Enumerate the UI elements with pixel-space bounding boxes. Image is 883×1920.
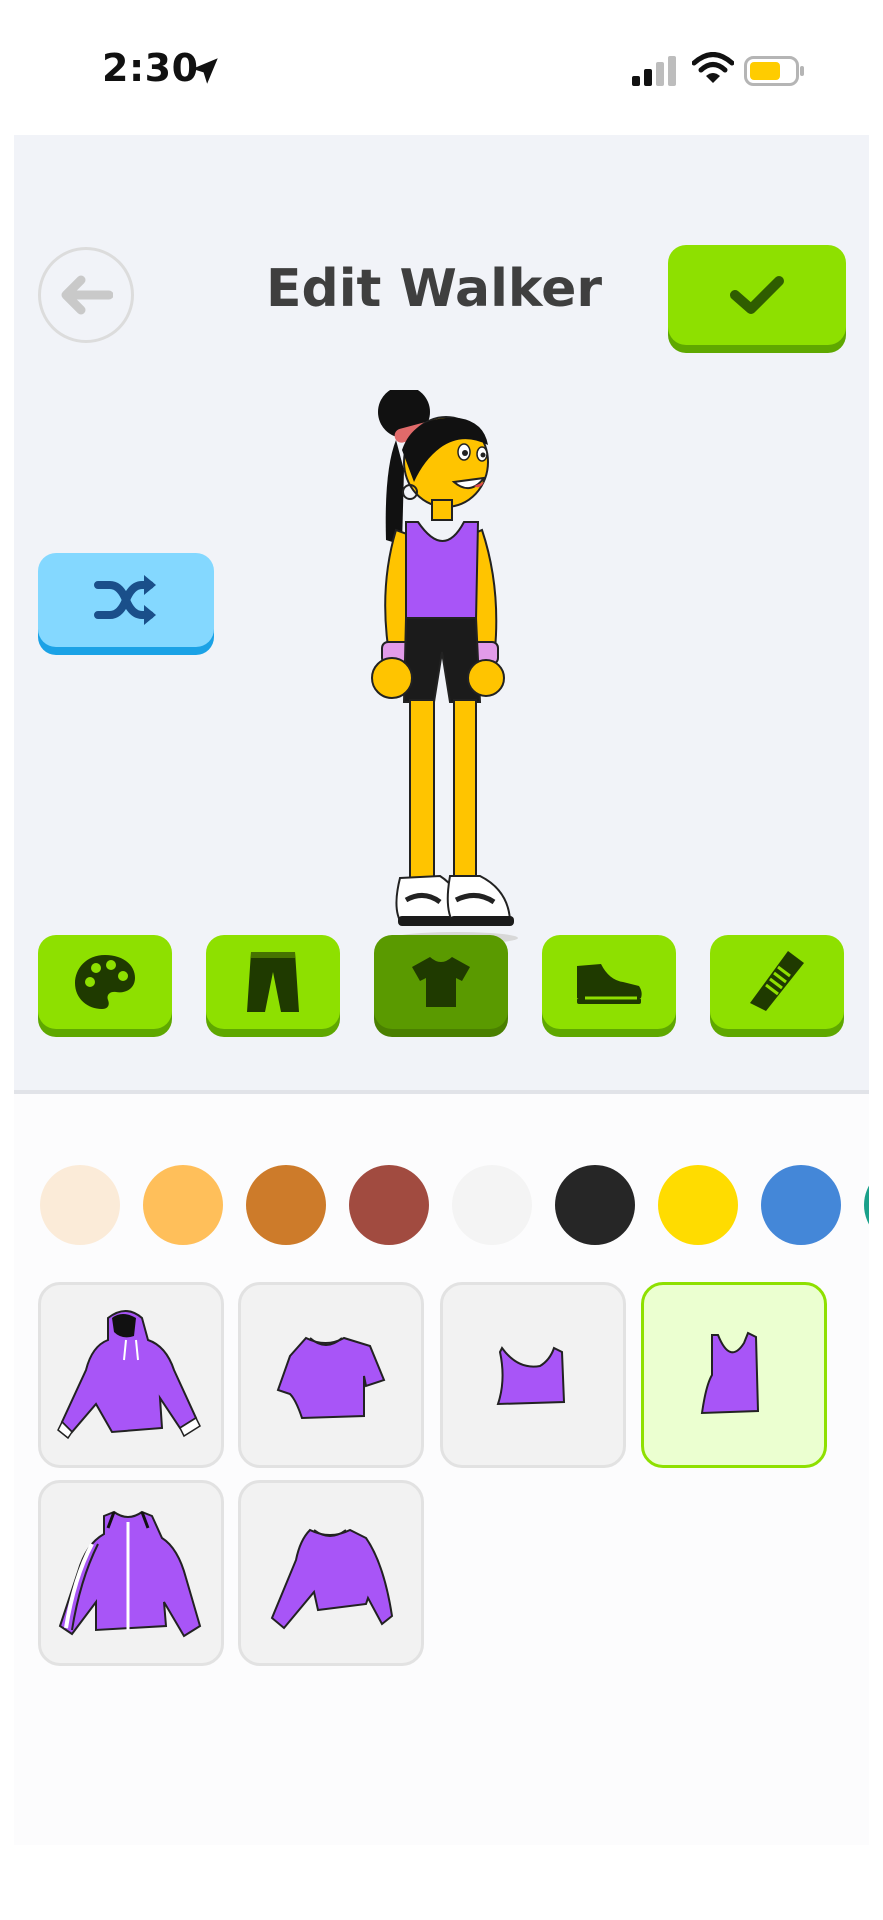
status-time: 2:30 xyxy=(102,46,199,90)
tab-bottoms[interactable] xyxy=(206,935,340,1029)
color-swatch-light-orange[interactable] xyxy=(143,1165,223,1245)
tab-shoes[interactable] xyxy=(542,935,676,1029)
long-sleeve-crop-icon xyxy=(270,1528,394,1630)
hoodie-icon xyxy=(57,1310,201,1440)
item-tank-top[interactable] xyxy=(641,1282,827,1468)
item-long-sleeve-crop[interactable] xyxy=(238,1480,424,1666)
color-swatch-teal[interactable] xyxy=(864,1165,869,1245)
color-swatch-yellow[interactable] xyxy=(658,1165,738,1245)
pants-icon xyxy=(247,952,299,1012)
arrow-left-icon xyxy=(61,275,113,315)
avatar-editor: Edit Walker xyxy=(14,135,869,1845)
tab-hair[interactable] xyxy=(710,935,844,1029)
color-swatch-black[interactable] xyxy=(555,1165,635,1245)
shuffle-icon xyxy=(94,575,156,625)
item-t-shirt[interactable] xyxy=(238,1282,424,1468)
home-indicator-area xyxy=(14,1845,869,1920)
battery-icon xyxy=(744,56,804,86)
tab-skin[interactable] xyxy=(38,935,172,1029)
tank-top xyxy=(405,521,480,621)
avatar-character xyxy=(371,390,518,944)
cellular-signal-icon xyxy=(632,56,676,86)
color-swatch-cream[interactable] xyxy=(40,1165,120,1245)
crop-tank-icon xyxy=(496,1346,566,1406)
page-title: Edit Walker xyxy=(265,259,603,319)
checkmark-icon xyxy=(730,276,784,314)
tab-tops[interactable] xyxy=(374,935,508,1029)
color-swatch-brick[interactable] xyxy=(349,1165,429,1245)
avatar-preview-panel: Edit Walker xyxy=(14,135,869,1094)
item-crop-tank[interactable] xyxy=(440,1282,626,1468)
palette-icon xyxy=(75,955,135,1009)
color-swatch-blue[interactable] xyxy=(761,1165,841,1245)
back-button[interactable] xyxy=(38,247,134,343)
track-jacket-icon xyxy=(58,1510,202,1638)
item-hoodie[interactable] xyxy=(38,1282,224,1468)
status-bar: 2:30 xyxy=(0,0,883,135)
t-shirt-icon xyxy=(276,1336,386,1420)
shirt-icon xyxy=(412,957,470,1007)
wifi-icon xyxy=(692,52,734,83)
color-swatch-white[interactable] xyxy=(452,1165,532,1245)
tank-top-icon xyxy=(700,1331,760,1415)
color-swatch-brown-orange[interactable] xyxy=(246,1165,326,1245)
randomize-button[interactable] xyxy=(38,553,214,647)
shoe-icon xyxy=(577,964,642,1004)
location-arrow-icon xyxy=(192,58,218,84)
comb-icon xyxy=(750,951,804,1011)
item-track-jacket[interactable] xyxy=(38,1480,224,1666)
confirm-button[interactable] xyxy=(668,245,846,345)
